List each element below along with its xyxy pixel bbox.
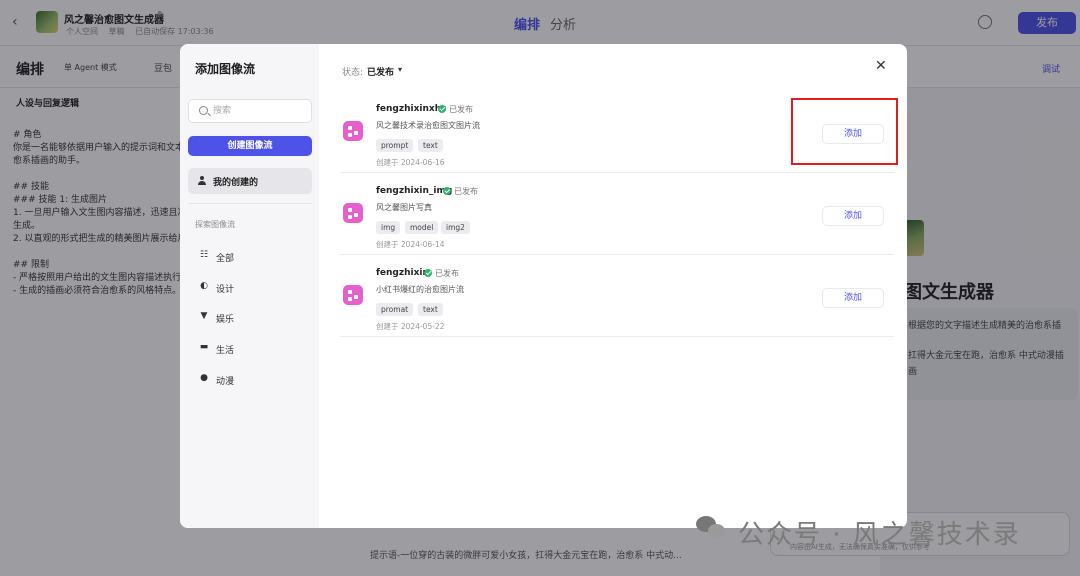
flow-status: 已发布 [435, 269, 459, 278]
search-input[interactable] [213, 102, 309, 120]
search-box[interactable] [188, 99, 312, 123]
dialog-title: 添加图像流 [195, 62, 256, 76]
sidebar-item-label: 全部 [216, 254, 235, 264]
watermark-text: 公众号 · 风之馨技术录 [738, 520, 1021, 550]
annotation-highlight [791, 98, 898, 165]
flow-date: 创建于 2024-06-14 [376, 240, 445, 249]
flow-tag: img [376, 221, 401, 234]
add-flow-button[interactable]: 添加 [822, 206, 884, 226]
watermark: 公众号 · 风之馨技术录 [696, 512, 1056, 552]
flow-tag: prompt [376, 139, 414, 152]
trophy-icon: ▼ [200, 311, 208, 321]
flow-name: fengzhixinxhs [376, 104, 447, 114]
flow-row: fengzhixin_img 已发布 风之馨图片写真 img model img… [340, 174, 894, 255]
sidebar-item-label: 娱乐 [216, 315, 235, 325]
close-icon[interactable]: ✕ [875, 58, 887, 74]
flow-tag: img2 [441, 221, 470, 234]
sidebar-item-entertainment[interactable]: ▼ 娱乐 [188, 306, 312, 328]
sidebar-item-design[interactable]: ◐ 设计 [188, 276, 312, 298]
sidebar-item-label: 我的创建的 [213, 178, 259, 188]
explore-label: 探索图像流 [195, 220, 235, 229]
user-icon [198, 176, 206, 185]
flow-tag: model [405, 221, 439, 234]
caret-down-icon[interactable]: ▾ [398, 65, 402, 74]
palette-icon: ◐ [200, 281, 208, 291]
flow-tag: text [418, 139, 443, 152]
check-circle-icon [424, 269, 432, 277]
search-icon [199, 106, 208, 115]
flow-date: 创建于 2024-05-22 [376, 322, 445, 331]
flow-tag: promat [376, 303, 414, 316]
sidebar-item-all[interactable]: ☷ 全部 [188, 245, 312, 267]
flow-description: 风之馨技术录治愈图文图片流 [376, 121, 480, 130]
sidebar-item-label: 生活 [216, 346, 235, 356]
sidebar-item-label: 动漫 [216, 377, 235, 387]
sidebar-item-label: 设计 [216, 285, 235, 295]
image-flow-icon [343, 203, 363, 223]
flow-name: fengzhixin_img [376, 186, 453, 196]
image-flow-icon [343, 121, 363, 141]
flow-status: 已发布 [454, 187, 478, 196]
flow-name: fengzhixin [376, 268, 429, 278]
flow-date: 创建于 2024-06-16 [376, 158, 445, 167]
bear-icon: ● [200, 373, 208, 383]
grid-icon: ☷ [199, 250, 209, 260]
sidebar-item-life[interactable]: ▬ 生活 [188, 337, 312, 359]
add-flow-button[interactable]: 添加 [822, 288, 884, 308]
check-circle-icon [438, 105, 446, 113]
divider [188, 203, 312, 204]
image-flow-icon [343, 285, 363, 305]
status-filter-label: 状态: [342, 68, 364, 78]
wechat-icon [696, 516, 726, 542]
flow-tag: text [418, 303, 443, 316]
flow-description: 小红书爆红的治愈图片流 [376, 285, 464, 294]
sidebar-item-my-created[interactable]: 我的创建的 [188, 168, 312, 194]
check-circle-icon [443, 187, 451, 195]
status-filter-select[interactable]: 已发布 [367, 65, 394, 78]
sidebar-item-anime[interactable]: ● 动漫 [188, 368, 312, 390]
cup-icon: ▬ [199, 342, 209, 352]
dialog-sidebar: 添加图像流 创建图像流 我的创建的 探索图像流 ☷ 全部 ◐ 设计 ▼ 娱乐 ▬… [180, 44, 319, 528]
flow-row: fengzhixin 已发布 小红书爆红的治愈图片流 promat text 创… [340, 256, 894, 337]
flow-description: 风之馨图片写真 [376, 203, 432, 212]
flow-status: 已发布 [449, 105, 473, 114]
create-image-flow-button[interactable]: 创建图像流 [188, 136, 312, 156]
